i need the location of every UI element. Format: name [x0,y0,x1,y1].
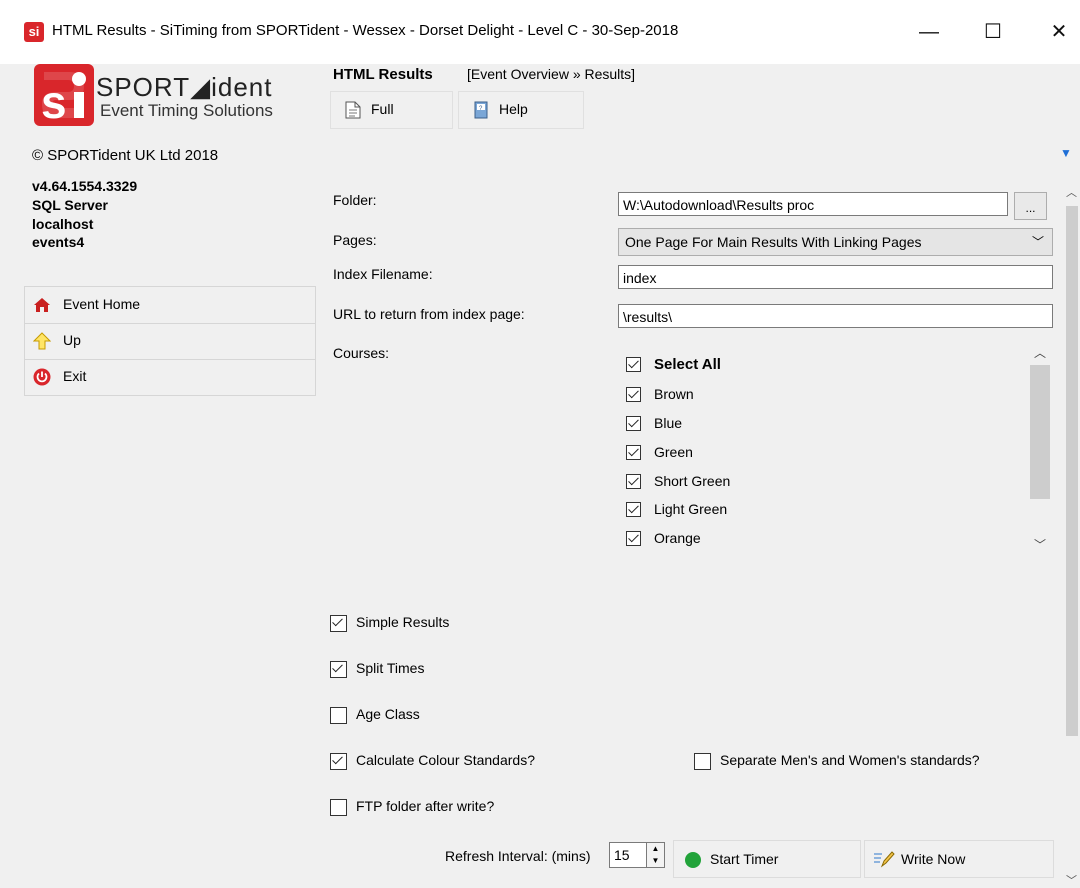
checkbox[interactable] [330,753,347,770]
url-label: URL to return from index page: [333,306,525,322]
copyright-text: © SPORTident UK Ltd 2018 [32,147,219,164]
refresh-interval-stepper[interactable]: ▲ ▼ [647,842,665,868]
checkbox[interactable] [626,357,641,372]
close-button[interactable]: ✕ [1036,14,1080,50]
checkbox[interactable] [330,799,347,816]
nav-label: Exit [63,368,87,384]
svg-text:s: s [41,76,67,126]
courses-label: Courses: [333,345,390,361]
dropdown-arrow-icon[interactable]: ▼ [1060,146,1080,166]
nav-label: Event Home [63,296,141,312]
checkbox[interactable] [330,615,347,632]
select-all-label: Select All [654,356,721,373]
logo-tagline: Event Timing Solutions [100,101,273,120]
host-text: localhost [32,216,94,232]
app-icon: si [24,22,44,42]
home-icon [33,296,51,314]
breadcrumb: [Event Overview » Results] [467,66,636,82]
help-book-icon: ? [473,101,489,119]
checkbox[interactable] [626,416,641,431]
page-title: HTML Results [333,66,433,83]
checkbox[interactable] [626,387,641,402]
folder-input[interactable]: W:\Autodownload\Results proc [618,192,1008,216]
window-title: HTML Results - SiTiming from SPORTident … [52,22,679,39]
index-filename-input[interactable]: index [618,265,1053,289]
checkbox[interactable] [694,753,711,770]
start-timer-label: Start Timer [710,851,779,867]
courses-scroll-down-icon[interactable]: ﹀ [1032,536,1048,552]
option-label: Separate Men's and Women's standards? [720,752,980,768]
checkbox[interactable] [330,661,347,678]
courses-scroll-up-icon[interactable]: ︿ [1032,344,1048,360]
pages-label: Pages: [333,232,377,248]
full-button-label: Full [371,101,394,117]
course-label: Orange [654,530,701,546]
help-button-label: Help [499,101,528,117]
up-arrow-icon [32,332,52,350]
refresh-interval-label: Refresh Interval: (mins) [445,848,591,864]
power-icon [33,368,51,386]
pages-select-value: One Page For Main Results With Linking P… [625,234,922,250]
course-label: Brown [654,386,694,402]
course-label: Blue [654,415,683,431]
nav-up[interactable]: Up [25,323,315,360]
main-scroll-thumb[interactable] [1066,206,1078,736]
option-label: Age Class [356,706,420,722]
database-text: events4 [32,234,85,250]
logo-wordmark: SPORT◢ident [96,72,273,102]
sportident-logo: s [34,64,94,128]
courses-scroll-thumb[interactable] [1030,365,1050,499]
help-button[interactable]: ? Help [458,91,584,129]
checkbox[interactable] [626,474,641,489]
course-label: Short Green [654,473,731,489]
full-button[interactable]: Full [330,91,453,129]
minimize-button[interactable]: — [906,14,952,50]
side-nav: Event Home Up Exit [24,286,316,396]
document-icon [345,101,361,119]
write-now-label: Write Now [901,851,966,867]
index-filename-label: Index Filename: [333,266,433,282]
db-type-text: SQL Server [32,197,109,213]
option-label: Split Times [356,660,425,676]
option-label: Calculate Colour Standards? [356,752,535,768]
title-bar: si HTML Results - SiTiming from SPORTide… [0,0,1080,64]
maximize-button[interactable]: ☐ [970,14,1016,50]
checkbox[interactable] [330,707,347,724]
folder-label: Folder: [333,192,377,208]
courses-list: Select All Brown Blue Green Short Green … [618,340,1053,556]
course-label: Light Green [654,501,728,517]
pages-select[interactable]: One Page For Main Results With Linking P… [618,228,1053,256]
checkbox[interactable] [626,445,641,460]
option-label: FTP folder after write? [356,798,495,814]
main-scroll-up-icon[interactable]: ︿ [1066,184,1078,200]
write-pencil-icon [873,849,895,869]
version-text: v4.64.1554.3329 [32,178,138,194]
refresh-interval-input[interactable]: 15 [609,842,647,868]
checkbox[interactable] [626,531,641,546]
option-label: Simple Results [356,614,450,630]
course-label: Green [654,444,693,460]
write-now-button[interactable]: Write Now [864,840,1054,878]
chevron-down-icon: ﹀ [1031,235,1044,249]
start-timer-button[interactable]: Start Timer [673,840,861,878]
nav-exit[interactable]: Exit [25,359,315,395]
nav-event-home[interactable]: Event Home [25,287,315,324]
main-scroll-down-icon[interactable]: ﹀ [1066,872,1078,888]
browse-button[interactable]: ... [1014,192,1047,220]
nav-label: Up [63,332,81,348]
checkbox[interactable] [626,502,641,517]
green-dot-icon [685,852,701,868]
url-input[interactable]: \results\ [618,304,1053,328]
